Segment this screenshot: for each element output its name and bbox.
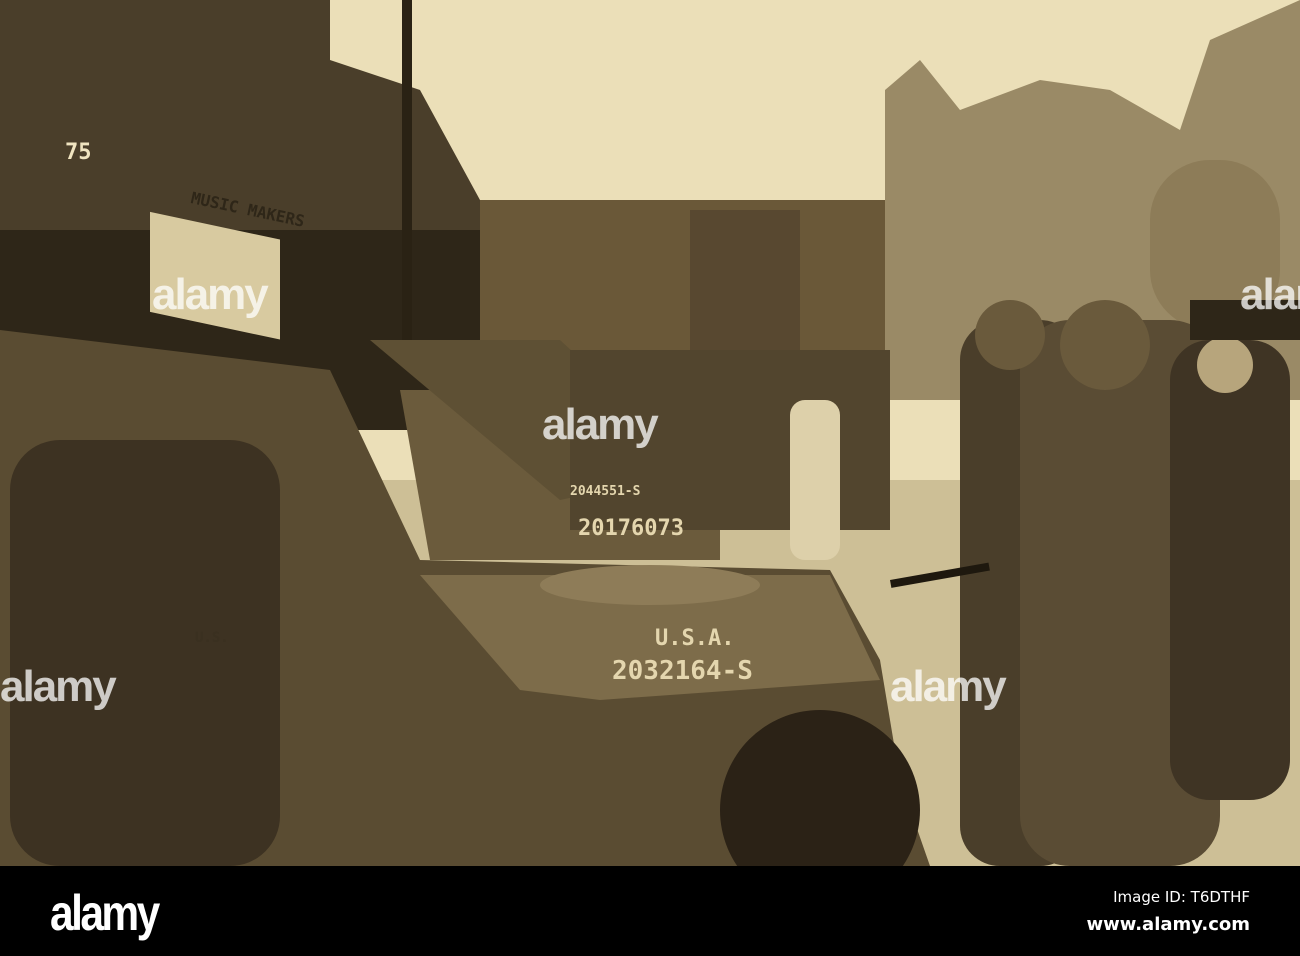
jeep-usa-marking: U.S.A.: [655, 626, 735, 651]
image-id: Image ID: T6DTHF: [1113, 888, 1250, 906]
lamp-post: [402, 0, 412, 360]
photographer-head: [1197, 337, 1253, 393]
footer-bar: alamy Image ID: T6DTHF www.alamy.com: [0, 866, 1300, 956]
woman-coat: [790, 400, 840, 560]
site-url: www.alamy.com: [1086, 914, 1250, 935]
alamy-logo: alamy: [50, 885, 160, 941]
watermark: alamy: [890, 662, 1007, 711]
soldier-left: [10, 440, 280, 866]
photographer: [1170, 340, 1290, 800]
jeep-serial-third: 2044551-S: [570, 484, 641, 499]
shop-number: 75: [65, 140, 92, 165]
soldier-helmet-2: [975, 300, 1045, 370]
watermark: alamy: [1240, 270, 1300, 319]
watermark: alamy: [152, 270, 269, 319]
jeep-serial-front: 2032164-S: [612, 656, 753, 686]
watermark: alamy: [0, 662, 117, 711]
pouch-marking: U.S.: [195, 630, 229, 646]
jeep-serial-second: 20176073: [578, 516, 684, 541]
photo: 75 MUSIC MAKERS U.S.A. 2032164-S 2017607…: [0, 0, 1300, 866]
soldier-helmet: [1060, 300, 1150, 390]
hood-star: [540, 565, 760, 605]
center-building-red: [690, 210, 800, 370]
watermark: alamy: [542, 400, 659, 449]
